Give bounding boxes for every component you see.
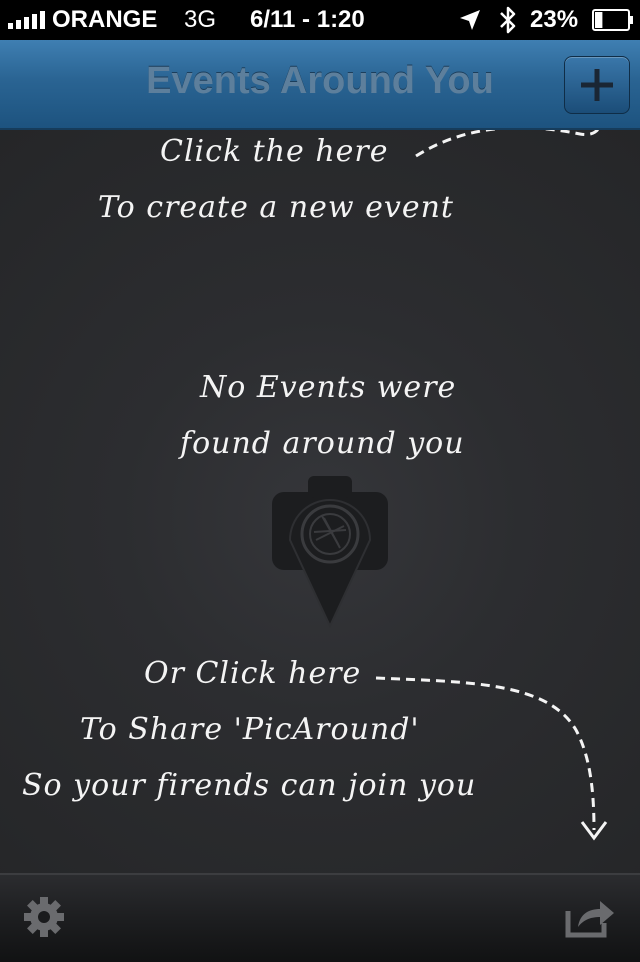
- camera-pin-icon: [272, 476, 388, 629]
- share-hint-line2: To Share 'PicAround': [80, 712, 420, 747]
- arrow-to-share-button: [375, 676, 596, 831]
- navigation-bar: Events Around You: [0, 40, 640, 130]
- gear-icon[interactable]: [22, 895, 66, 939]
- carrier-label: ORANGE: [52, 6, 158, 33]
- empty-message-line2: found around you: [180, 426, 465, 461]
- status-time: 6/11 - 1:20: [250, 6, 365, 33]
- share-hint-line1: Or Click here: [144, 656, 362, 691]
- signal-icon: [8, 11, 45, 29]
- create-hint-line1: Click the here: [160, 134, 389, 169]
- add-event-button[interactable]: [564, 56, 630, 114]
- bluetooth-icon: [500, 6, 516, 34]
- bottom-toolbar: [0, 873, 640, 962]
- battery-icon: [592, 9, 633, 31]
- location-icon: [460, 10, 480, 30]
- arrow-to-add-button: [415, 130, 600, 158]
- battery-percent: 23%: [530, 6, 579, 33]
- empty-message-line1: No Events were: [200, 370, 457, 405]
- plus-icon: [581, 69, 613, 101]
- events-empty-state: Click the here To create a new event No …: [0, 130, 640, 873]
- share-icon[interactable]: [564, 895, 616, 939]
- create-hint-line2: To create a new event: [98, 190, 454, 225]
- network-label: 3G: [184, 6, 217, 33]
- status-bar: ORANGE 3G 6/11 - 1:20 23%: [0, 0, 640, 40]
- share-hint-line3: So your firends can join you: [22, 768, 477, 803]
- page-title: Events Around You: [146, 60, 494, 102]
